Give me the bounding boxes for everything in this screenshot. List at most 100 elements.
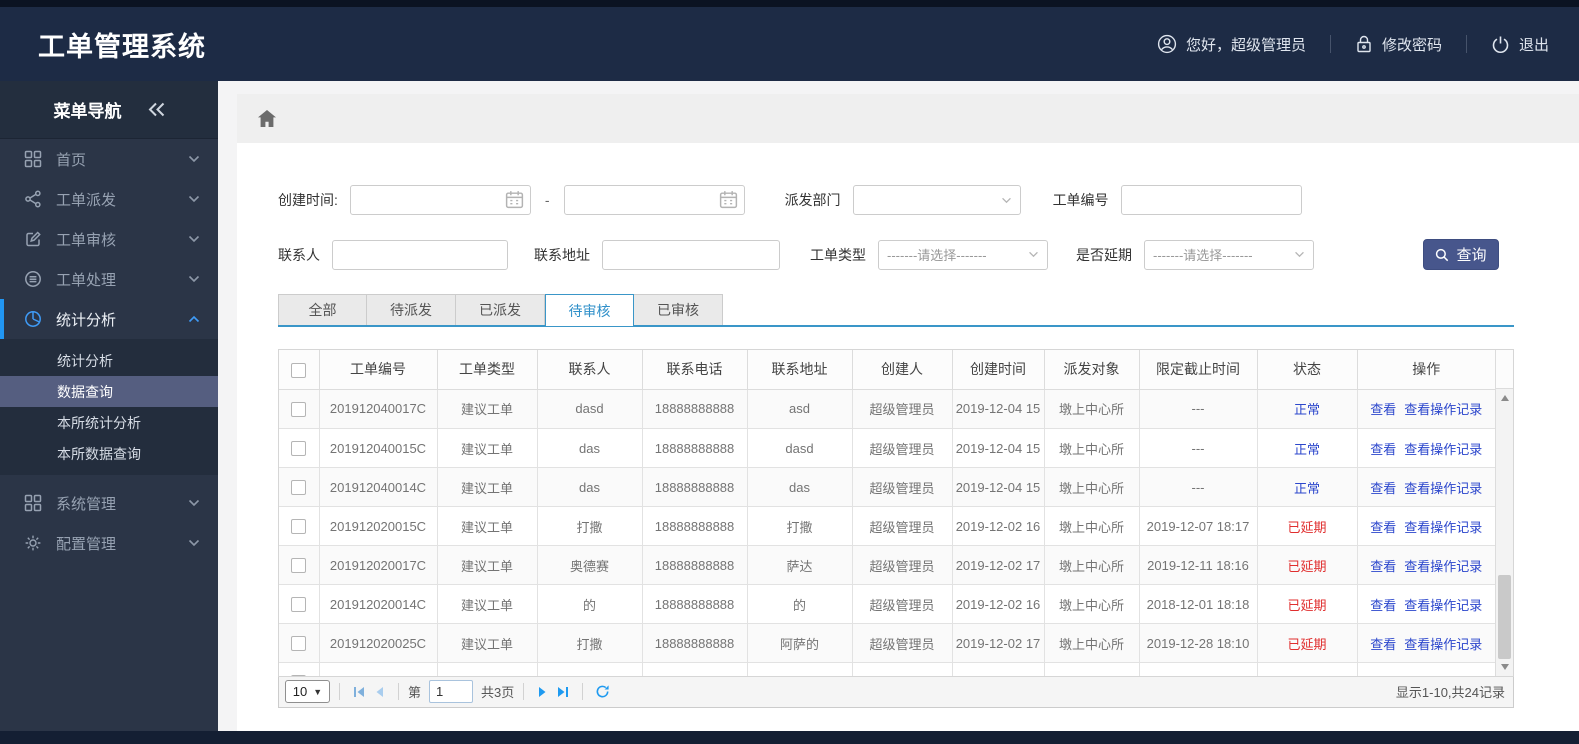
- cell-creator: 超级管理员: [852, 623, 953, 663]
- scrollbar-thumb[interactable]: [1498, 575, 1511, 659]
- contact-input[interactable]: [332, 239, 508, 270]
- sidebar-item-system[interactable]: 系统管理: [0, 483, 218, 523]
- submenu-item-local-data-query[interactable]: 本所数据查询: [0, 438, 218, 469]
- sidebar-item-dispatch[interactable]: 工单派发: [0, 179, 218, 219]
- row-checkbox[interactable]: [291, 480, 307, 496]
- col-header: 操作: [1357, 350, 1495, 390]
- submenu-item-local-statistics[interactable]: 本所统计分析: [0, 407, 218, 438]
- view-log-link[interactable]: 查看操作记录: [1404, 598, 1482, 613]
- first-page-button[interactable]: [349, 682, 369, 702]
- tab-pending-dispatch[interactable]: 待派发: [367, 294, 456, 325]
- checkbox-cell: [279, 545, 320, 585]
- scrollbar-header-spacer: [1496, 350, 1513, 389]
- refresh-icon[interactable]: [592, 682, 612, 702]
- view-log-link[interactable]: 查看操作记录: [1404, 481, 1482, 496]
- date-range-dash: -: [544, 192, 550, 208]
- cell-target: 墩上中心所: [1044, 467, 1140, 507]
- cell-phone: 18888888888: [642, 506, 748, 546]
- view-log-link[interactable]: 查看操作记录: [1404, 559, 1482, 574]
- address-input[interactable]: [602, 239, 780, 270]
- view-link[interactable]: 查看: [1370, 402, 1396, 417]
- scroll-up-arrow[interactable]: [1496, 391, 1513, 405]
- type-select[interactable]: -------请选择-------: [878, 239, 1048, 270]
- query-button[interactable]: 查询: [1423, 239, 1499, 270]
- row-checkbox[interactable]: [291, 636, 307, 652]
- delay-select-value: -------请选择-------: [1153, 248, 1253, 263]
- tab-dispatched[interactable]: 已派发: [456, 294, 545, 325]
- dept-select[interactable]: [852, 185, 1021, 215]
- cell-deadline: 2019-12-07 18:17: [1139, 506, 1258, 546]
- sidebar-item-label: 工单处理: [56, 271, 117, 289]
- last-page-button[interactable]: [553, 682, 573, 702]
- sidebar-item-home[interactable]: 首页: [0, 139, 218, 179]
- cell-created: 2019-12-04 15: [952, 428, 1045, 468]
- chevron-down-icon: [188, 235, 200, 243]
- sidebar-item-review[interactable]: 工单审核: [0, 219, 218, 259]
- calendar-icon[interactable]: [718, 189, 739, 210]
- delay-select[interactable]: -------请选择-------: [1144, 239, 1314, 270]
- cell-creator: 超级管理员: [852, 545, 953, 585]
- greeting-text: 您好，超级管理员: [1185, 36, 1306, 54]
- calendar-icon[interactable]: [504, 189, 525, 210]
- collapse-sidebar-icon[interactable]: [148, 102, 165, 117]
- cell-creator: 超级管理员: [852, 389, 953, 429]
- chevron-down-icon: [188, 275, 200, 283]
- tab-reviewed[interactable]: 已审核: [634, 294, 723, 325]
- cell-phone: 18888888888: [642, 545, 748, 585]
- delay-label: 是否延期: [1076, 246, 1132, 263]
- row-checkbox[interactable]: [291, 519, 307, 535]
- sidebar-item-config[interactable]: 配置管理: [0, 523, 218, 563]
- view-link[interactable]: 查看: [1370, 442, 1396, 457]
- view-link[interactable]: 查看: [1370, 598, 1396, 613]
- order-no-input[interactable]: [1120, 185, 1302, 215]
- view-link[interactable]: 查看: [1370, 637, 1396, 652]
- process-icon: [24, 270, 43, 288]
- sidebar-item-process[interactable]: 工单处理: [0, 259, 218, 299]
- view-link[interactable]: 查看: [1370, 520, 1396, 535]
- prev-page-button[interactable]: [369, 682, 389, 702]
- sidebar-item-label: 统计分析: [56, 311, 117, 329]
- edit-icon: [24, 230, 43, 248]
- row-checkbox[interactable]: [291, 401, 307, 417]
- row-checkbox[interactable]: [291, 441, 307, 457]
- submenu-item-statistics-analysis[interactable]: 统计分析: [0, 345, 218, 376]
- user-greeting: 您好，超级管理员: [1157, 34, 1306, 55]
- tab-pending-review[interactable]: 待审核: [545, 294, 634, 327]
- view-link[interactable]: 查看: [1370, 481, 1396, 496]
- table-row: 201912040015C 建议工单 das 18888888888 dasd 超级管理员…: [279, 428, 1495, 468]
- view-log-link[interactable]: 查看操作记录: [1404, 442, 1482, 457]
- cell-order-id: 201912040015C: [319, 428, 438, 468]
- logout-link[interactable]: 退出: [1491, 34, 1549, 55]
- app-title: 工单管理系统: [38, 31, 206, 62]
- sidebar-item-statistics[interactable]: 统计分析: [0, 299, 218, 339]
- home-icon[interactable]: [257, 109, 277, 128]
- scroll-down-arrow[interactable]: [1496, 660, 1513, 674]
- cell-phone: 18888888888: [642, 428, 748, 468]
- next-page-button[interactable]: [533, 682, 553, 702]
- cell-deadline: [1139, 662, 1258, 676]
- page-number-input[interactable]: [429, 680, 474, 703]
- view-link[interactable]: 查看: [1370, 559, 1396, 574]
- change-password-link[interactable]: 修改密码: [1355, 34, 1442, 55]
- page-size-select[interactable]: 10 ▼: [285, 680, 330, 703]
- cell-target: 墩上中心所: [1044, 584, 1140, 624]
- scrollbar-track[interactable]: [1496, 389, 1513, 676]
- view-log-link[interactable]: 查看操作记录: [1404, 402, 1482, 417]
- cell-address: 打撒: [747, 506, 853, 546]
- checkbox-cell: [279, 584, 320, 624]
- lock-icon: [1355, 34, 1373, 54]
- cell-deadline: 2019-12-11 18:16: [1139, 545, 1258, 585]
- table-row: 201912040014C 建议工单 das 18888888888 das 超级管理员 2…: [279, 467, 1495, 507]
- submenu-item-data-query[interactable]: 数据查询: [0, 376, 218, 407]
- row-checkbox[interactable]: [291, 597, 307, 613]
- tab-all[interactable]: 全部: [278, 294, 367, 325]
- view-log-link[interactable]: 查看操作记录: [1404, 520, 1482, 535]
- row-checkbox[interactable]: [291, 558, 307, 574]
- view-log-link[interactable]: 查看操作记录: [1404, 637, 1482, 652]
- select-all-checkbox[interactable]: [291, 362, 307, 378]
- page-prefix: 第: [408, 685, 422, 700]
- table-row: 201912040017C 建议工单 dasd 18888888888 asd 超级管理员…: [279, 389, 1495, 429]
- cell-phone: 18888888888: [642, 623, 748, 663]
- submenu-label: 本所数据查询: [57, 445, 141, 462]
- cell-order-id: 201912020014C: [319, 584, 438, 624]
